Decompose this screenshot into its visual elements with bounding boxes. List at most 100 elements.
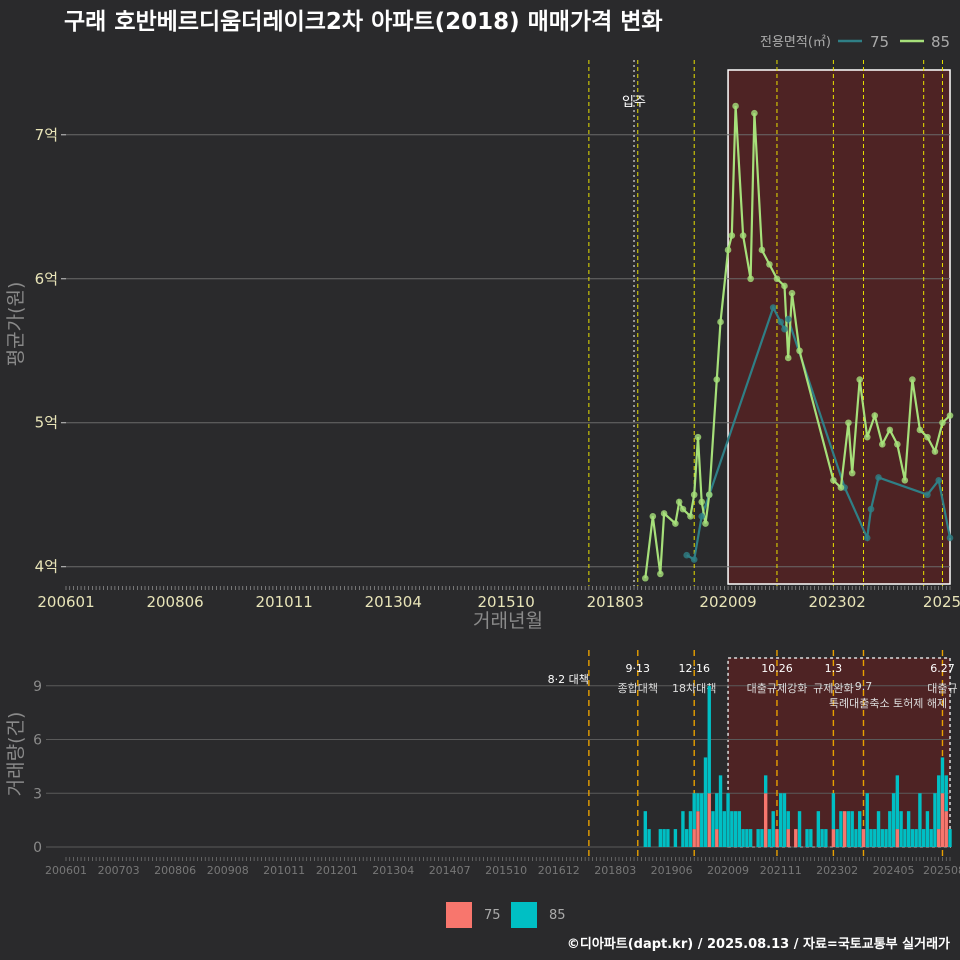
bar-85 <box>895 775 900 830</box>
point-85 <box>679 505 687 513</box>
bottom-event-label: 10.26 <box>761 662 793 675</box>
bar-75 <box>944 811 948 847</box>
bottom-x-tick-label: 201011 <box>263 864 305 877</box>
bar-85 <box>703 757 708 847</box>
point-85 <box>788 289 796 297</box>
bar-75 <box>786 829 790 847</box>
bottom-x-tick-label: 200703 <box>98 864 140 877</box>
bar-85 <box>918 793 922 847</box>
point-75 <box>698 513 706 520</box>
point-85 <box>784 354 792 362</box>
bar-85 <box>730 811 734 847</box>
point-75 <box>935 477 943 484</box>
bar-85 <box>873 829 877 847</box>
top-legend-label-75: 75 <box>870 33 889 51</box>
bar-85 <box>771 811 775 847</box>
bottom-legend-swatch-85 <box>511 902 537 928</box>
bar-75 <box>696 811 700 847</box>
point-85 <box>672 520 679 527</box>
bar-85 <box>745 829 749 847</box>
bar-85 <box>756 829 760 847</box>
point-85 <box>878 441 886 448</box>
top-x-tick-label: 201011 <box>256 593 313 611</box>
top-y-tick-label: 5억 <box>35 414 58 432</box>
bar-85 <box>816 811 821 847</box>
bottom-legend: 75 85 <box>446 902 566 928</box>
bar-85 <box>767 829 772 847</box>
top-y-tick-label: 6억 <box>35 270 58 288</box>
bar-85 <box>944 775 948 812</box>
bar-85 <box>891 793 896 847</box>
bar-85 <box>846 811 851 847</box>
bottom-x-tick-label: 202405 <box>873 864 915 877</box>
point-85 <box>758 246 766 254</box>
point-85 <box>724 246 732 254</box>
point-85 <box>732 102 739 110</box>
point-85 <box>901 477 909 484</box>
bottom-x-tick-label: 202009 <box>707 864 749 877</box>
bar-85 <box>888 811 892 847</box>
point-85 <box>946 412 954 419</box>
point-85 <box>781 282 788 290</box>
bar-75 <box>895 829 900 847</box>
point-85 <box>751 109 758 117</box>
point-75 <box>769 304 777 311</box>
bar-85 <box>673 829 678 847</box>
top-x-tick-label: 2025 <box>923 593 960 611</box>
bar-85 <box>869 829 873 847</box>
point-85 <box>675 498 683 506</box>
bar-85 <box>940 757 945 794</box>
bar-75 <box>831 829 836 847</box>
point-85 <box>698 498 706 506</box>
bottom-x-tick-label: 201906 <box>651 864 693 877</box>
top-y-tick-label: 4억 <box>35 558 58 576</box>
bar-85 <box>643 811 647 847</box>
bar-85 <box>880 829 884 847</box>
bottom-y-tick-label: 6 <box>33 733 42 749</box>
point-85 <box>924 433 931 441</box>
bar-85 <box>820 829 824 847</box>
bottom-y-tick-label: 3 <box>33 786 42 802</box>
bottom-x-tick-label: 201612 <box>538 864 580 877</box>
point-85 <box>694 433 702 441</box>
bar-85 <box>688 811 693 847</box>
point-85 <box>687 513 694 520</box>
top-legend: 전용면적(㎡) 75 85 <box>760 33 950 51</box>
point-85 <box>747 275 754 283</box>
bottom-x-tick-label: 202508 <box>923 864 960 877</box>
point-85 <box>848 469 856 477</box>
bottom-event-label: 9·13 <box>626 662 651 675</box>
point-85 <box>856 376 864 383</box>
bar-85 <box>684 829 689 847</box>
bottom-event-sublabel: 규제완화 <box>813 682 853 695</box>
point-85 <box>766 261 773 268</box>
bottom-x-tick-label: 200806 <box>154 864 196 877</box>
point-75 <box>781 325 788 333</box>
bottom-event-label: 8·2 대책 <box>548 673 589 686</box>
top-legend-label-85: 85 <box>931 33 950 51</box>
bar-85 <box>733 811 738 847</box>
point-85 <box>660 510 668 517</box>
bar-85 <box>809 829 813 847</box>
bottom-event-sublabel-2: 특례대출축소 토허제 해제 <box>829 696 947 710</box>
bar-85 <box>741 829 745 847</box>
point-85 <box>728 232 736 239</box>
bottom-event-sublabel: 대출규 <box>927 682 957 695</box>
point-75 <box>690 556 698 563</box>
bottom-event-label: 12·16 <box>678 662 710 675</box>
bottom-x-tick-label: 202302 <box>816 864 858 877</box>
bar-85 <box>715 793 719 830</box>
bar-85 <box>763 775 768 794</box>
bar-75 <box>775 829 779 847</box>
chart-canvas: 입주8·2 대책9·13종합대책12·1618차대책10.26대출규제강화1.3… <box>5 9 960 952</box>
point-75 <box>875 474 882 481</box>
point-85 <box>837 484 845 491</box>
bottom-event-sublabel: 대출규제강화 <box>747 682 808 695</box>
point-85 <box>939 419 946 427</box>
point-85 <box>739 232 747 239</box>
bar-85 <box>839 811 843 847</box>
bar-85 <box>779 793 783 847</box>
top-y-tick-label: 7억 <box>35 126 58 144</box>
point-75 <box>784 315 792 323</box>
bar-85 <box>831 793 836 830</box>
